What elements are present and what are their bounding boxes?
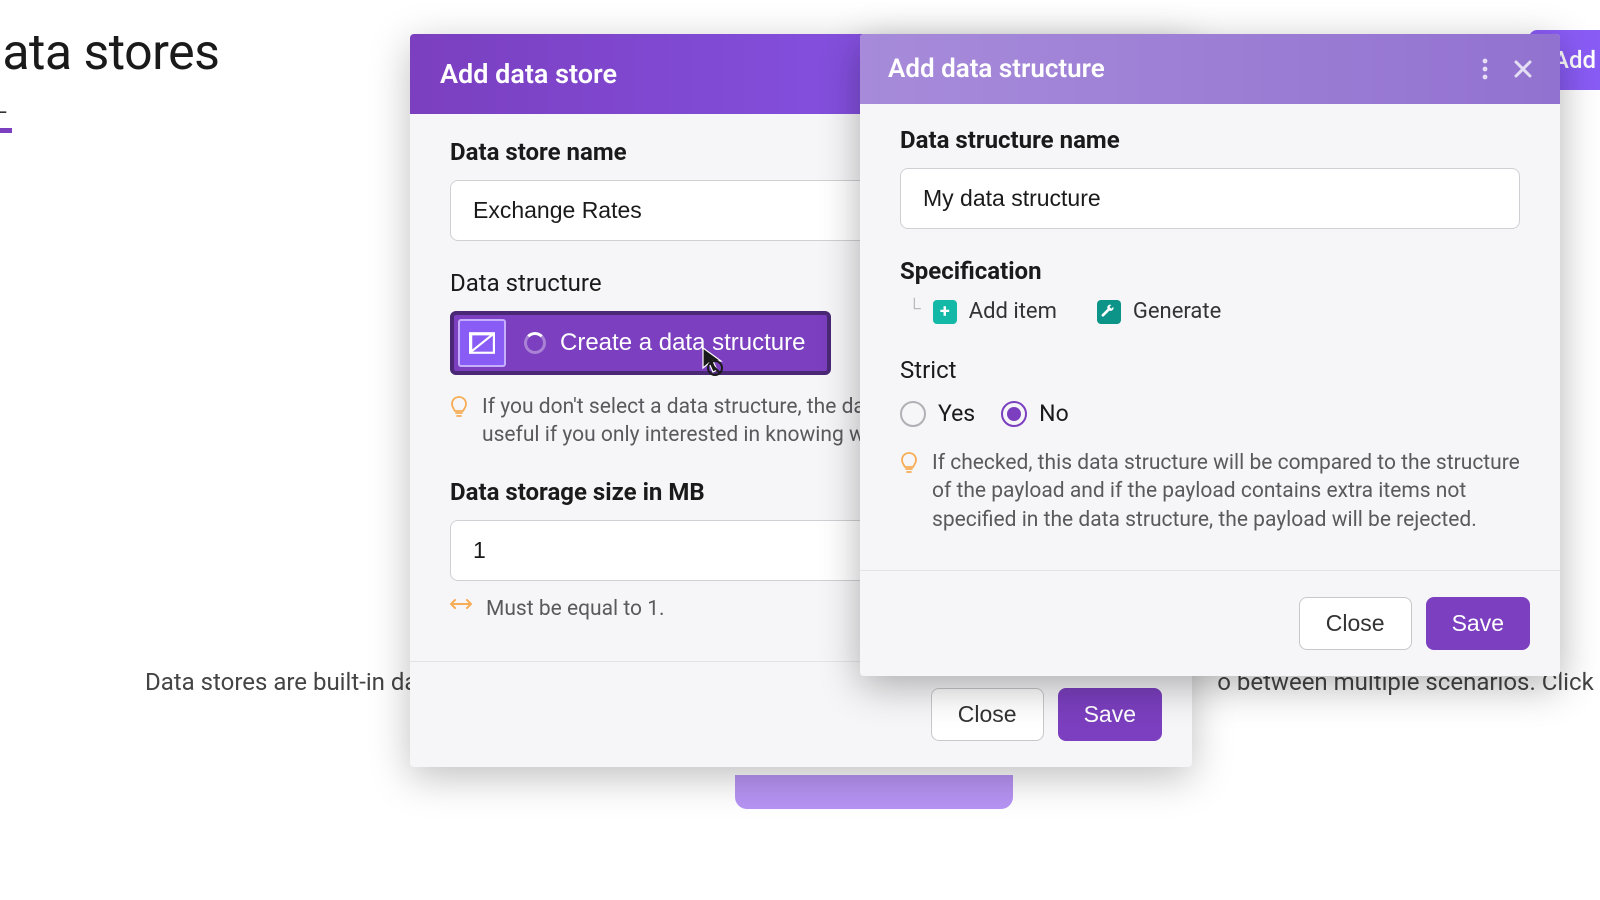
add-item-button[interactable]: + Add item (933, 299, 1057, 324)
empty-state-button-partial (735, 775, 1013, 809)
close-icon[interactable] (1514, 60, 1532, 78)
storage-size-hint: Must be equal to 1. (486, 595, 665, 623)
close-button[interactable]: Close (931, 688, 1044, 741)
strict-yes-radio[interactable]: Yes (900, 400, 975, 427)
strict-hint: If checked, this data structure will be … (932, 449, 1520, 534)
save-button[interactable]: Save (1426, 597, 1530, 650)
strict-no-radio[interactable]: No (1001, 400, 1069, 427)
create-data-structure-button[interactable]: Create a data structure (450, 311, 831, 375)
spinner-icon (524, 332, 546, 354)
generate-button[interactable]: Generate (1097, 299, 1221, 324)
tree-branch-icon: └ (908, 298, 921, 319)
structure-name-label: Data structure name (900, 126, 1520, 154)
specification-label: Specification (900, 257, 1520, 285)
double-arrow-icon (450, 597, 472, 611)
create-data-structure-label: Create a data structure (546, 315, 827, 371)
close-button[interactable]: Close (1299, 597, 1412, 650)
plus-icon: + (933, 300, 957, 324)
save-button[interactable]: Save (1058, 688, 1162, 741)
add-data-structure-modal: Add data structure Data structure name S… (860, 34, 1560, 676)
image-icon (458, 319, 506, 367)
lightbulb-icon (900, 452, 918, 474)
strict-label: Strict (900, 356, 1520, 384)
wrench-icon (1097, 300, 1121, 324)
tab-underline (0, 128, 12, 133)
kebab-menu-icon[interactable] (1482, 58, 1488, 80)
radio-icon (900, 401, 926, 427)
lightbulb-icon (450, 396, 468, 418)
modal-title: Add data structure (888, 54, 1105, 84)
radio-icon (1001, 401, 1027, 427)
structure-name-input[interactable] (900, 168, 1520, 229)
